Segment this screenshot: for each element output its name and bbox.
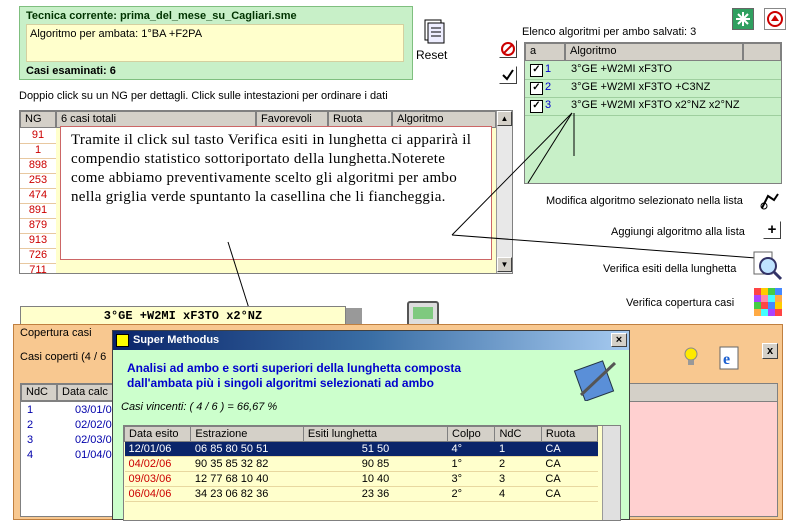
result-ndc: 2 [494,456,542,472]
result-draw: 12 77 68 10 40 [190,471,304,487]
coverage-ndc: 3 [27,434,34,446]
super-methodus-dialog: Super Methodus × Analisi ad ambo e sorti… [112,330,630,521]
formula-scroll[interactable] [346,308,362,324]
dialog-title: Super Methodus [133,334,220,346]
coverage-date: 03/01/0 [75,404,112,416]
coverage-ndc: 4 [27,449,34,461]
coverage-date: 02/02/0 [75,419,112,431]
covered-label: Casi coperti (4 / 6 [20,351,107,363]
col-result-header[interactable]: Esiti lunghetta [302,426,449,442]
formula-text: 3°GE +W2MI xF3TO x2°NZ [103,309,263,323]
formula-display: 3°GE +W2MI xF3TO x2°NZ [20,306,346,326]
dialog-heading-line1: Analisi ad ambo e sorti superiori della … [127,361,462,375]
result-draw: 06 85 80 50 51 [190,441,304,457]
app-icon [116,334,129,347]
results-row[interactable]: 06/04/06 34 23 06 82 36 23 36 2° 4 CA [124,486,598,502]
color-grid-icon[interactable] [754,288,784,318]
col-ruota-header[interactable]: Ruota [540,426,599,442]
col-colpo-header[interactable]: Colpo [447,426,496,442]
modify-label: Modifica algoritmo selezionato nella lis… [546,195,743,207]
result-draw: 90 35 85 32 82 [190,456,304,472]
result-ruota: CA [541,441,598,457]
col-ndc-header[interactable]: NdC [494,426,542,442]
results-row[interactable]: 04/02/06 90 35 85 32 82 90 85 1° 2 CA [124,456,598,472]
result-ruota: CA [541,471,598,487]
result-ndc: 4 [494,486,542,502]
result-draw: 34 23 06 82 36 [190,486,304,502]
coverage-ndc: 2 [27,419,34,431]
result-outcome: 23 36 [303,486,448,502]
winning-cases: Casi vincenti: ( 4 / 6 ) = 66,67 % [121,401,278,413]
col-date-header[interactable]: Data esito [123,426,192,442]
magnifier-icon[interactable] [752,250,784,282]
dialog-heading-line2: dall'ambata più i singoli algoritmi sele… [127,376,434,390]
result-date: 12/01/06 [124,441,191,457]
add-label: Aggiungi algoritmo alla lista [611,226,745,238]
result-colpo: 3° [447,471,495,487]
coverage-close-button[interactable]: x [762,343,778,359]
add-icon[interactable]: + [763,221,781,239]
col-ndc-header[interactable]: NdC [21,384,57,401]
verify-outcomes-label: Verifica esiti della lunghetta [603,263,737,275]
result-ndc: 3 [494,471,542,487]
result-ruota: CA [541,486,598,502]
result-ndc: 1 [494,441,542,457]
col-draw-header[interactable]: Estrazione [190,426,304,442]
result-ruota: CA [541,456,598,472]
result-outcome: 90 85 [303,456,448,472]
coverage-pink-area [629,402,777,516]
svg-text:e: e [723,351,730,368]
ie-icon[interactable]: e [716,345,742,371]
result-outcome: 51 50 [303,441,448,457]
result-outcome: 10 40 [303,471,448,487]
coverage-date: 02/03/0 [75,434,112,446]
result-date: 09/03/06 [124,471,191,487]
verify-coverage-label: Verifica copertura casi [626,297,735,309]
coverage-ndc: 1 [27,404,34,416]
coverage-title: Copertura casi [20,327,92,339]
results-table-wrapper: Data esito Estrazione Esiti lunghetta Co… [123,425,621,521]
result-colpo: 4° [447,441,495,457]
edit-icon[interactable] [758,190,782,212]
dialog-title-bar: Super Methodus × [113,331,629,350]
results-table: Data esito Estrazione Esiti lunghetta Co… [123,426,599,502]
results-row[interactable]: 12/01/06 06 85 80 50 51 51 50 4° 1 CA [124,441,598,457]
results-row[interactable]: 09/03/06 12 77 68 10 40 10 40 3° 3 CA [124,471,598,487]
result-colpo: 1° [447,456,495,472]
lightbulb-icon[interactable] [682,347,700,367]
result-colpo: 2° [447,486,495,502]
coverage-date: 01/04/0 [75,449,112,461]
dialog-close-button[interactable]: × [611,333,627,347]
results-header-row: Data esito Estrazione Esiti lunghetta Co… [123,426,599,442]
results-scrollbar[interactable] [602,426,620,520]
notebook-pen-icon [571,357,621,402]
result-date: 04/02/06 [124,456,191,472]
result-date: 06/04/06 [124,486,191,502]
